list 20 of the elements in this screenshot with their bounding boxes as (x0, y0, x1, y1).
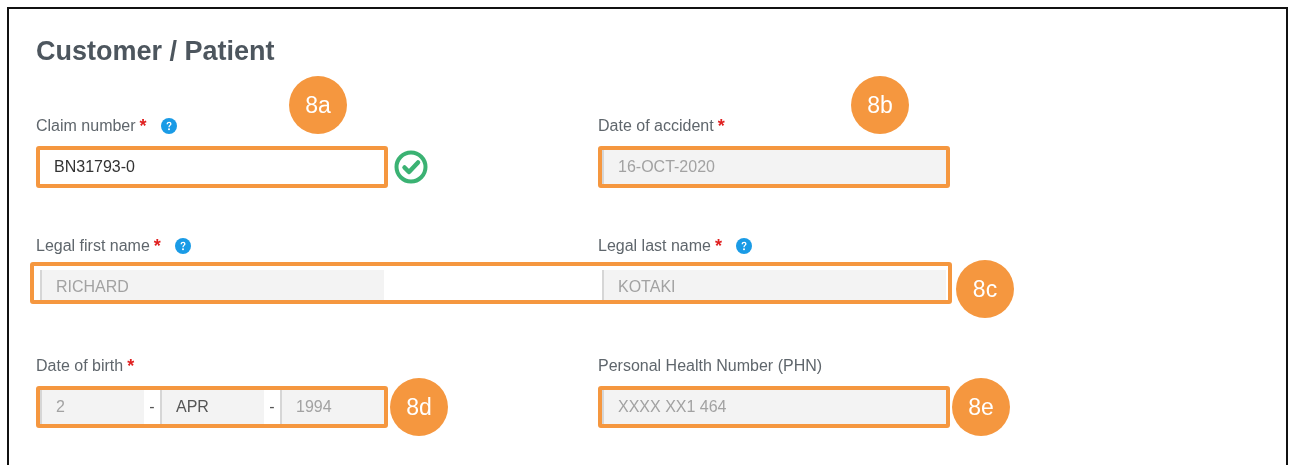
callout-badge: 8b (851, 76, 909, 134)
required-asterisk: * (714, 235, 722, 257)
required-asterisk: * (717, 115, 725, 137)
field-label: Claim number (36, 117, 136, 135)
date-separator: - (268, 397, 276, 417)
callout-badge: 8d (390, 378, 448, 436)
callout-badge: 8a (289, 76, 347, 134)
callout-badge: 8e (952, 378, 1010, 436)
help-icon[interactable] (160, 118, 177, 134)
callout-badge: 8c (956, 260, 1014, 318)
required-asterisk: * (153, 235, 161, 257)
field-label: Personal Health Number (PHN) (598, 357, 823, 375)
field-label: Date of birth (36, 357, 124, 375)
date-separator: - (148, 397, 156, 417)
field-label: Legal last name (598, 237, 711, 255)
required-asterisk: * (139, 115, 147, 137)
required-asterisk: * (127, 355, 135, 377)
field-label: Date of accident (598, 117, 714, 135)
field-label: Legal first name (36, 237, 150, 255)
section-title: Customer / Patient (36, 35, 276, 68)
